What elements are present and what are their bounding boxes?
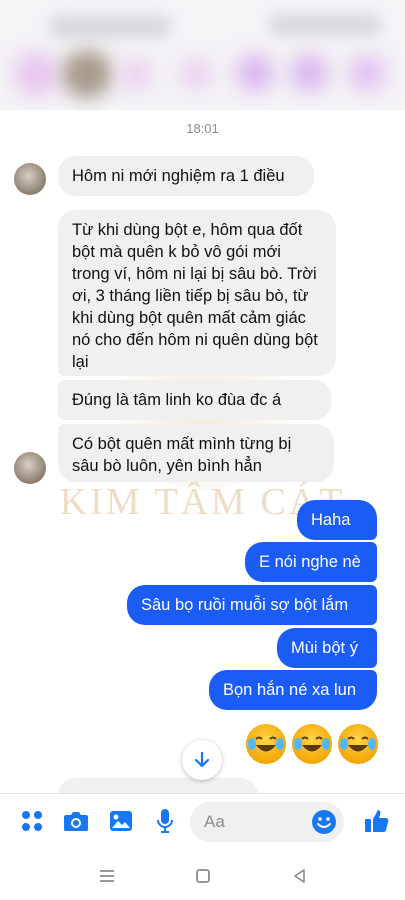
gallery-icon[interactable] xyxy=(106,806,136,836)
incoming-message[interactable]: Đúng là tâm linh ko đùa đc á xyxy=(58,380,332,420)
outgoing-message[interactable]: Bọn hắn né xa lun xyxy=(209,670,377,710)
arrow-down-icon xyxy=(194,751,210,768)
back-icon[interactable] xyxy=(289,865,311,887)
avatar[interactable] xyxy=(14,452,46,484)
outgoing-message[interactable]: Mùi bột ý xyxy=(277,628,377,668)
outgoing-message[interactable]: Sâu bọ ruồi muỗi sợ bột lắm xyxy=(127,585,377,625)
system-navigation-bar xyxy=(0,851,405,900)
outgoing-message[interactable]: Haha xyxy=(297,500,377,540)
message-timestamp: 18:01 xyxy=(186,121,219,136)
laughing-tears-emoji[interactable] xyxy=(292,724,332,764)
incoming-message[interactable]: Hôm ni mới nghiệm ra 1 điều xyxy=(58,156,314,196)
laughing-tears-emoji[interactable] xyxy=(338,724,378,764)
message-input-placeholder: Aa xyxy=(204,812,225,831)
emoji-icon[interactable] xyxy=(309,807,339,837)
camera-icon[interactable] xyxy=(61,806,91,836)
thumbs-up-icon[interactable] xyxy=(362,806,392,836)
chat-header xyxy=(0,0,405,110)
recent-apps-icon[interactable] xyxy=(96,865,118,887)
home-icon[interactable] xyxy=(192,865,214,887)
composer-toolbar: Aa xyxy=(0,793,405,852)
incoming-message[interactable]: Từ khi dùng bột e, hôm qua đốt bột mà qu… xyxy=(58,210,336,376)
menu-dots-icon[interactable] xyxy=(17,806,47,836)
microphone-icon[interactable] xyxy=(150,806,180,836)
outgoing-message[interactable]: E nói nghe nè xyxy=(245,542,377,582)
scroll-to-bottom-button[interactable] xyxy=(182,740,222,780)
incoming-message[interactable]: Có bột quên mất mình từng bị sâu bò luôn… xyxy=(58,424,334,482)
laughing-tears-emoji[interactable] xyxy=(246,724,286,764)
avatar[interactable] xyxy=(14,163,46,195)
